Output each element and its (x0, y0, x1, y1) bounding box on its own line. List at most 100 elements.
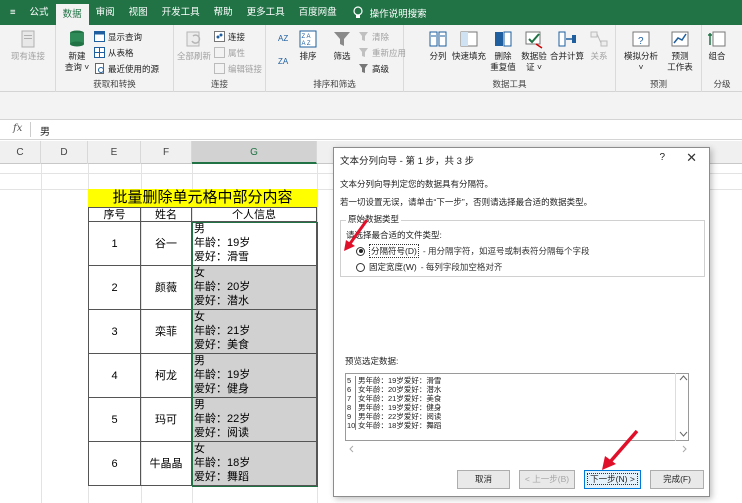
reapply-button[interactable]: 重新应用 (358, 46, 406, 59)
sort-button[interactable]: Z AA Z 排序 (296, 29, 320, 62)
cell-number[interactable]: 1 (88, 222, 141, 266)
remove-duplicates-label: 删除 (494, 51, 512, 61)
consolidate-button[interactable]: 合并计算 (550, 29, 584, 62)
cell-number[interactable]: 3 (88, 310, 141, 354)
refresh-all-button[interactable]: 全部刷新 (176, 29, 212, 62)
tab-developer[interactable]: 开发工具 (155, 0, 207, 25)
cell-name[interactable]: 栾菲 (141, 310, 192, 354)
cell-name[interactable]: 颜薇 (141, 266, 192, 310)
formula-input[interactable]: 男 (40, 123, 50, 138)
tab-menu[interactable]: ≡ (3, 0, 23, 25)
fx-icon[interactable]: fx (13, 123, 22, 134)
help-icon[interactable]: ? (659, 152, 665, 163)
relationships-button[interactable]: 关系 (586, 29, 612, 62)
new-query-button[interactable]: 新建 查询 ˅ (60, 29, 94, 73)
back-button[interactable]: < 上一步(B) (519, 470, 575, 489)
header-cell-name[interactable]: 姓名 (141, 207, 192, 222)
info-age: 年龄：19岁 (194, 237, 251, 249)
cell-name[interactable]: 玛可 (141, 398, 192, 442)
cell-info[interactable]: 男 年龄：19岁 爱好：健身 (192, 354, 317, 398)
cell-info[interactable]: 男 年龄：22岁 爱好：阅读 (192, 398, 317, 442)
preview-horizontal-scrollbar[interactable] (348, 444, 688, 454)
tab-review[interactable]: 审阅 (89, 0, 122, 25)
properties-button[interactable]: 属性 (214, 46, 245, 59)
forecast-sheet-button[interactable]: 预测 工作表 (662, 29, 698, 73)
header-cell-info[interactable]: 个人信息 (192, 207, 317, 222)
tab-formulas[interactable]: 公式 (23, 0, 56, 25)
preview-row-text: 男年龄：22岁爱好：阅读 (358, 412, 442, 421)
clear-filter-button[interactable]: 清除 (358, 30, 389, 43)
advanced-filter-button[interactable]: 高级 (358, 62, 389, 75)
formula-bar: fx 男 (0, 119, 742, 140)
next-button[interactable]: 下一步(N) > (584, 470, 641, 489)
group-rows-icon (708, 31, 726, 47)
cancel-button[interactable]: 取消 (457, 470, 510, 489)
preview-pane[interactable]: 5 男年龄：19岁爱好：滑雪 6 女年龄：20岁爱好：潜水 7 女年龄：21岁爱好：美… (345, 373, 689, 441)
tab-data[interactable]: 数据 (55, 4, 89, 25)
column-header-d[interactable]: D (41, 141, 88, 164)
header-cell-number[interactable]: 序号 (88, 207, 141, 222)
cell-number[interactable]: 6 (88, 442, 141, 486)
what-if-label-2: ˅ (638, 62, 644, 72)
column-header-g[interactable]: G (192, 141, 317, 164)
from-table-button[interactable]: 从表格 (94, 46, 134, 59)
radio-fixed-label[interactable]: 固定宽度(W) (369, 261, 417, 273)
remove-duplicates-button[interactable]: 删除 重复值 (488, 29, 518, 73)
cell-info[interactable]: 女 年龄：18岁 爱好：舞蹈 (192, 442, 317, 486)
preview-row-text: 男年龄：19岁爱好：健身 (358, 403, 442, 412)
group-forecast: ? 模拟分析 ˅ 预测 工作表 预测 (616, 25, 702, 92)
connections-button[interactable]: 连接 (214, 30, 245, 43)
column-header-e[interactable]: E (88, 141, 141, 164)
tab-view[interactable]: 视图 (122, 0, 155, 25)
close-icon[interactable]: ✕ (686, 150, 697, 166)
cell-number[interactable]: 5 (88, 398, 141, 442)
cell-name[interactable]: 柯龙 (141, 354, 192, 398)
from-table-label: 从表格 (108, 47, 134, 58)
cell-number[interactable]: 4 (88, 354, 141, 398)
radio-button-unchecked[interactable] (356, 262, 365, 272)
tab-help[interactable]: 帮助 (207, 0, 240, 25)
gridline (317, 164, 318, 503)
filter-button[interactable]: 筛选 (330, 29, 354, 62)
sheet-title-cell[interactable]: 批量删除单元格中部分内容 (88, 189, 317, 207)
radio-button-checked[interactable] (356, 246, 365, 256)
cell-name[interactable]: 牛晶晶 (141, 442, 192, 486)
preview-row-number: 10 (347, 421, 356, 430)
cell-number[interactable]: 2 (88, 266, 141, 310)
sort-za-button[interactable]: ZA (278, 54, 292, 67)
group-button[interactable]: 组合 (704, 29, 730, 62)
existing-connections-button[interactable]: 现有连接 (6, 29, 50, 62)
info-hobby: 爱好：阅读 (194, 427, 249, 439)
consolidate-label: 合并计算 (550, 51, 585, 61)
sort-az-button[interactable]: AZ (278, 31, 292, 44)
tell-me-search[interactable]: 操作说明搜索 (352, 6, 427, 20)
preview-row-number: 5 (346, 376, 356, 385)
data-validation-button[interactable]: 数据验 证 ˅ (520, 29, 548, 73)
finish-button[interactable]: 完成(F) (650, 470, 704, 489)
info-gender: 男 (194, 355, 205, 367)
cell-name[interactable]: 谷一 (141, 222, 192, 266)
column-header-c[interactable]: C (0, 141, 41, 164)
table-icon (94, 31, 105, 42)
cell-info[interactable]: 男 年龄：19岁 爱好：滑雪 (192, 222, 317, 266)
text-to-columns-button[interactable]: 分列 (424, 29, 452, 62)
radio-fixed-width[interactable]: 固定宽度(W) - 每列字段加空格对齐 (356, 261, 502, 273)
edit-links-button[interactable]: 编辑链接 (214, 62, 262, 75)
tab-more-tools[interactable]: 更多工具 (240, 0, 292, 25)
what-if-analysis-button[interactable]: ? 模拟分析 ˅ (622, 29, 660, 73)
column-header-f[interactable]: F (141, 141, 192, 164)
cell-info[interactable]: 女 年龄：21岁 爱好：美食 (192, 310, 317, 354)
preview-row: 9 男年龄：22岁爱好：阅读 (346, 412, 441, 421)
remove-duplicates-icon (495, 31, 512, 47)
tab-baidu-netdisk[interactable]: 百度网盘 (292, 0, 344, 25)
original-type-legend: 原始数据类型 (346, 213, 402, 225)
radio-delimited-label[interactable]: 分隔符号(D) (369, 244, 419, 258)
flash-fill-button[interactable]: 快速填充 (452, 29, 486, 62)
radio-delimited[interactable]: 分隔符号(D) - 用分隔字符，如逗号或制表符分隔每个字段 (356, 244, 590, 258)
show-queries-button[interactable]: 显示查询 (94, 30, 142, 43)
preview-row-text: 男年龄：19岁爱好：滑雪 (358, 376, 442, 385)
preview-vertical-scrollbar[interactable] (675, 373, 690, 441)
recent-sources-button[interactable]: 最近使用的源 (94, 62, 159, 75)
cell-info[interactable]: 女 年龄：20岁 爱好：潜水 (192, 266, 317, 310)
clear-filter-icon (359, 32, 368, 41)
